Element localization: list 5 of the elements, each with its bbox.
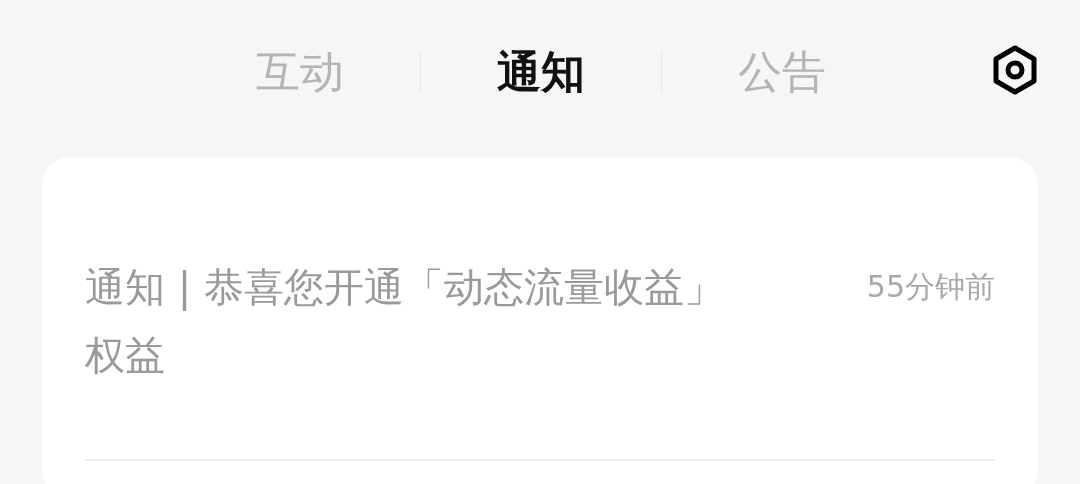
notification-time: 55分钟前 [866,268,995,306]
tab[interactable]: 互动 [180,41,420,102]
notification-title[interactable]: 通知 | 恭喜您开通「动态流量收益」权益 [85,253,785,389]
tab[interactable]: 通知 [421,41,661,102]
tab[interactable]: 公告 [662,41,902,102]
